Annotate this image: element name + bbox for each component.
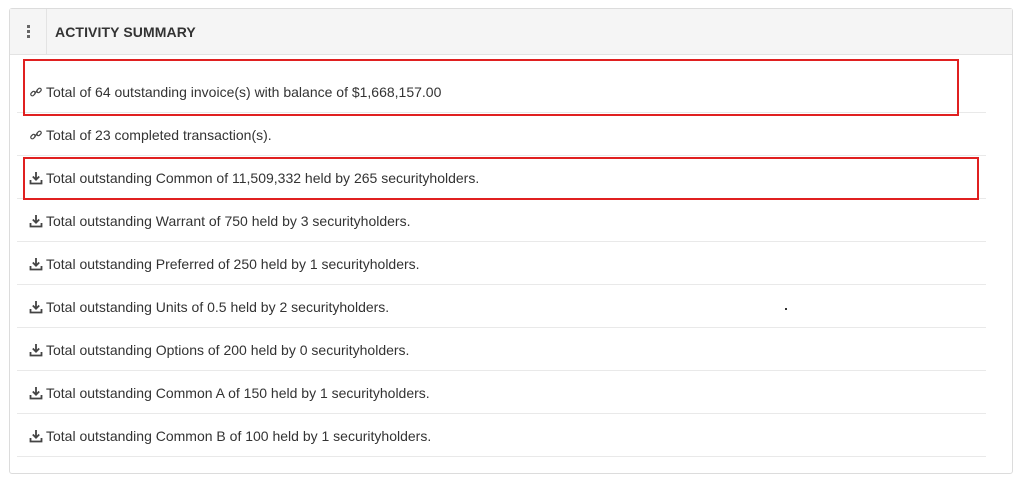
download-icon [29, 171, 43, 185]
list-item-text: Total outstanding Warrant of 750 held by… [46, 212, 411, 229]
list-item[interactable]: Total of 23 completed transaction(s). [17, 114, 986, 156]
list-item[interactable]: Total outstanding Preferred of 250 held … [17, 243, 986, 285]
panel-header: ACTIVITY SUMMARY [10, 9, 1012, 55]
download-icon [29, 214, 43, 228]
vertical-ellipsis-icon[interactable] [10, 9, 47, 54]
list-item-text: Total of 23 completed transaction(s). [46, 126, 272, 143]
list-item-text: Total outstanding Common B of 100 held b… [46, 427, 432, 444]
list-item[interactable]: Total outstanding Common A of 150 held b… [17, 372, 986, 414]
activity-list: Total of 64 outstanding invoice(s) with … [17, 71, 986, 458]
download-icon [29, 386, 43, 400]
list-item[interactable]: Total of 64 outstanding invoice(s) with … [17, 71, 986, 113]
list-item[interactable]: Total outstanding Common B of 100 held b… [17, 415, 986, 457]
download-icon [29, 257, 43, 271]
download-icon [29, 343, 43, 357]
list-item-text: Total outstanding Units of 0.5 held by 2… [46, 298, 390, 315]
list-item[interactable]: Total outstanding Common of 11,509,332 h… [17, 157, 986, 199]
stray-dot [785, 308, 787, 310]
link-icon [29, 85, 43, 99]
list-item-text: Total outstanding Common A of 150 held b… [46, 384, 430, 401]
list-item[interactable]: Total outstanding Options of 200 held by… [17, 329, 986, 371]
panel-title: ACTIVITY SUMMARY [55, 23, 196, 40]
download-icon [29, 300, 43, 314]
link-icon [29, 128, 43, 142]
list-item-text: Total of 64 outstanding invoice(s) with … [46, 83, 442, 100]
list-item[interactable]: Total outstanding Units of 0.5 held by 2… [17, 286, 986, 328]
download-icon [29, 429, 43, 443]
list-item[interactable]: Total outstanding Warrant of 750 held by… [17, 200, 986, 242]
list-item-text: Total outstanding Common of 11,509,332 h… [46, 169, 480, 186]
list-item-text: Total outstanding Options of 200 held by… [46, 341, 410, 358]
list-item-text: Total outstanding Preferred of 250 held … [46, 255, 420, 272]
